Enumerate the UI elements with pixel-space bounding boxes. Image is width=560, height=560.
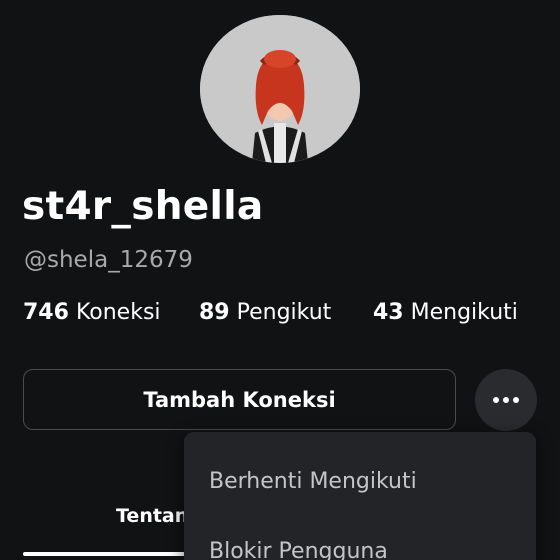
stat-connections-count: 746 [23,300,69,325]
more-options-button[interactable] [475,369,537,431]
stat-following-label: Mengikuti [410,300,518,325]
stat-followers-label: Pengikut [236,300,332,325]
stat-following[interactable]: 43 Mengikuti [373,300,518,325]
menu-item-unfollow[interactable]: Berhenti Mengikuti [209,469,417,494]
menu-item-block-user[interactable]: Blokir Pengguna [209,539,388,560]
username: @shela_12679 [24,247,193,273]
stat-connections[interactable]: 746 Koneksi [23,300,161,325]
stat-following-count: 43 [373,300,404,325]
stat-connections-label: Koneksi [75,300,161,325]
stat-followers-count: 89 [199,300,230,325]
display-name: st4r_shella [22,184,264,229]
active-tab-indicator [23,552,193,556]
options-menu: Berhenti Mengikuti Blokir Pengguna [184,432,536,560]
more-horizontal-icon [493,397,519,403]
profile-stats: 746 Koneksi 89 Pengikut 43 Mengikuti [0,300,560,330]
stat-followers[interactable]: 89 Pengikut [199,300,331,325]
avatar[interactable] [200,15,360,163]
add-connection-button[interactable]: Tambah Koneksi [23,369,456,430]
user-avatar-icon [200,15,360,163]
